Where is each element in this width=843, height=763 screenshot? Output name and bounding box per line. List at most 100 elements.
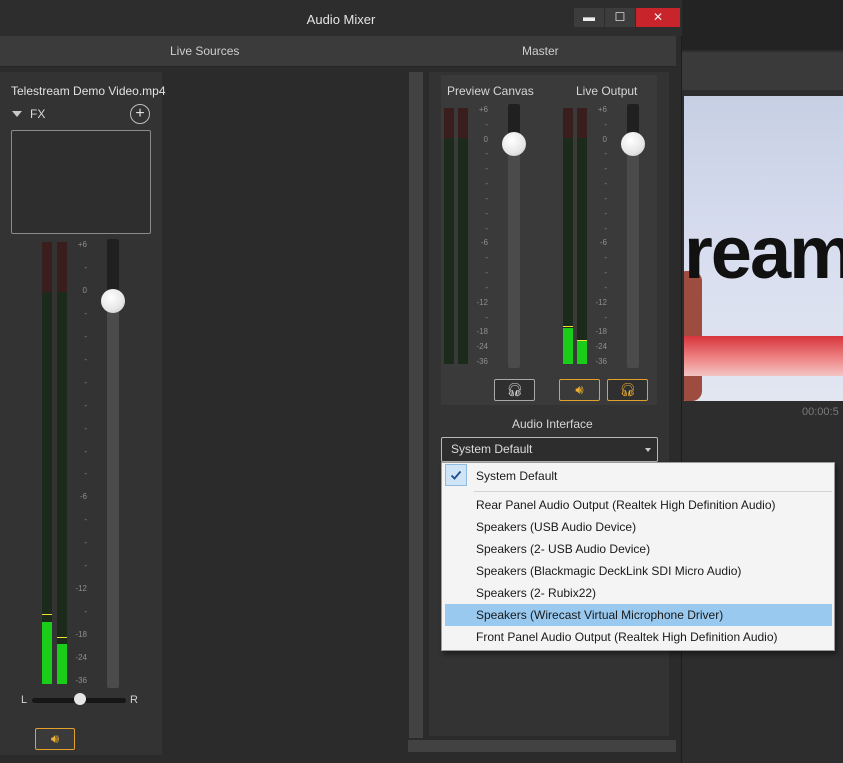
meter-scale-tick: -18 [476,327,488,337]
meter-scale-tick: - [485,164,488,174]
audio-interface-menu: System Default Rear Panel Audio Output (… [441,462,835,651]
meter-scale-tick: -18 [595,327,607,337]
meter-scale-tick: - [604,268,607,278]
live-sources-heading: Live Sources [170,44,240,58]
fx-expand-icon[interactable] [12,111,22,117]
audio-interface-selected: System Default [451,442,533,456]
meter-scale-tick: - [485,223,488,233]
meter-scale-tick: - [604,282,607,292]
speaker-icon: 🔊︎ [50,731,60,746]
meter-scale-tick: - [84,262,87,272]
menu-item-system-default[interactable]: System Default [445,465,832,487]
meter-scale-tick: -18 [75,630,87,640]
meter-scale-tick: - [84,354,87,364]
audio-interface-dropdown[interactable]: System Default [441,437,658,462]
live-speaker-button[interactable]: 🔊︎ [559,379,600,401]
meter-scale-tick: -36 [75,676,87,685]
horizontal-scrollbar[interactable] [408,740,676,752]
meter-scale-tick: - [485,253,488,263]
fx-label: FX [30,107,46,121]
meter-scale-tick: - [485,208,488,218]
background-app-topbar [682,0,843,50]
meter-scale-tick: - [485,179,488,189]
live-fader-knob[interactable] [621,132,645,156]
meter-scale-tick: - [604,312,607,322]
headphones-icon: 🎧︎ [506,382,523,397]
meter-scale-tick: +6 [77,240,87,249]
add-fx-button[interactable]: + [130,104,150,124]
meter-scale-tick: -6 [599,238,607,248]
meter-scale-tick: - [485,268,488,278]
pan-slider-knob[interactable] [74,693,86,705]
meter-scale-tick: - [604,149,607,159]
meter-scale-tick: - [84,423,87,433]
menu-item-usb-audio[interactable]: Speakers (USB Audio Device) [445,516,832,538]
fx-list[interactable] [11,130,151,234]
source-name: Telestream Demo Video.mp4 [11,84,166,98]
meter-scale-tick: -6 [480,238,488,248]
meter-scale-tick: - [84,377,87,387]
preview-monitor-button[interactable]: 🎧︎ [494,379,535,401]
pan-right-label: R [130,694,138,706]
menu-item-rubix22[interactable]: Speakers (2- Rubix22) [445,582,832,604]
close-button[interactable]: ✕ [636,8,680,27]
title-bar[interactable]: Audio Mixer ▬ ☐ ✕ [0,0,682,36]
preview-meter-right [458,108,468,364]
live-monitor-button[interactable]: 🎧︎ [607,379,648,401]
meter-scale-tick: - [485,149,488,159]
menu-item-usb-audio-2[interactable]: Speakers (2- USB Audio Device) [445,538,832,560]
meter-scale-tick: - [84,515,87,525]
menu-item-decklink[interactable]: Speakers (Blackmagic DeckLink SDI Micro … [445,560,832,582]
menu-separator [474,491,832,492]
meter-scale-tick: - [604,208,607,218]
meter-scale-tick: - [485,312,488,322]
meter-scale-tick: - [84,308,87,318]
live-meter-right [577,108,587,364]
meter-scale-tick: - [485,282,488,292]
meter-scale-tick: -24 [75,653,87,663]
meter-scale-tick: - [485,193,488,203]
meter-scale-tick: -12 [476,297,488,307]
minimize-button[interactable]: ▬ [574,8,604,27]
maximize-button[interactable]: ☐ [605,8,635,27]
meter-scale-tick: 0 [82,285,87,295]
preview-brand-text: ream [684,211,843,294]
headphones-icon: 🎧︎ [619,382,636,397]
menu-item-wirecast-virtual-mic[interactable]: Speakers (Wirecast Virtual Microphone Dr… [445,604,832,626]
vertical-scrollbar[interactable] [409,72,423,738]
live-level-left [563,328,573,364]
meter-scale-tick: - [84,561,87,571]
source-meter-right [57,242,67,684]
source-fader-knob[interactable] [101,289,125,313]
source-level-right [57,644,67,684]
meter-scale-tick: -36 [595,357,607,366]
meter-scale-tick: - [84,446,87,456]
meter-scale-tick: - [84,331,87,341]
preview-fader-knob[interactable] [502,132,526,156]
menu-item-rear-panel-audio[interactable]: Rear Panel Audio Output (Realtek High De… [445,494,832,516]
meter-scale-tick: - [604,179,607,189]
meter-scale-tick: -12 [595,297,607,307]
meter-scale-tick: +6 [478,105,488,114]
meter-scale-tick: - [604,164,607,174]
meter-scale-tick: - [84,538,87,548]
source-level-left [42,622,52,684]
source-meter-left [42,242,52,684]
preview-canvas-label: Preview Canvas [447,84,534,98]
pan-left-label: L [21,694,28,706]
menu-item-front-panel-audio[interactable]: Front Panel Audio Output (Realtek High D… [445,626,832,648]
meter-scale-tick: - [84,400,87,410]
meter-scale-tick: - [604,223,607,233]
background-timecode: 00:00:5 [802,406,839,418]
meter-scale-tick: - [604,253,607,263]
background-app-toolbar [682,52,843,90]
meter-scale-tick: -12 [75,584,87,594]
meter-scale-tick: - [604,119,607,129]
meter-scale-tick: -24 [476,342,488,352]
source-speaker-button[interactable]: 🔊︎ [35,728,75,750]
meter-scale-tick: +6 [597,105,607,114]
live-meter-left [563,108,573,364]
meter-scale-tick: 0 [602,134,607,144]
meter-scale-tick: -24 [595,342,607,352]
live-sources-area [166,72,406,755]
